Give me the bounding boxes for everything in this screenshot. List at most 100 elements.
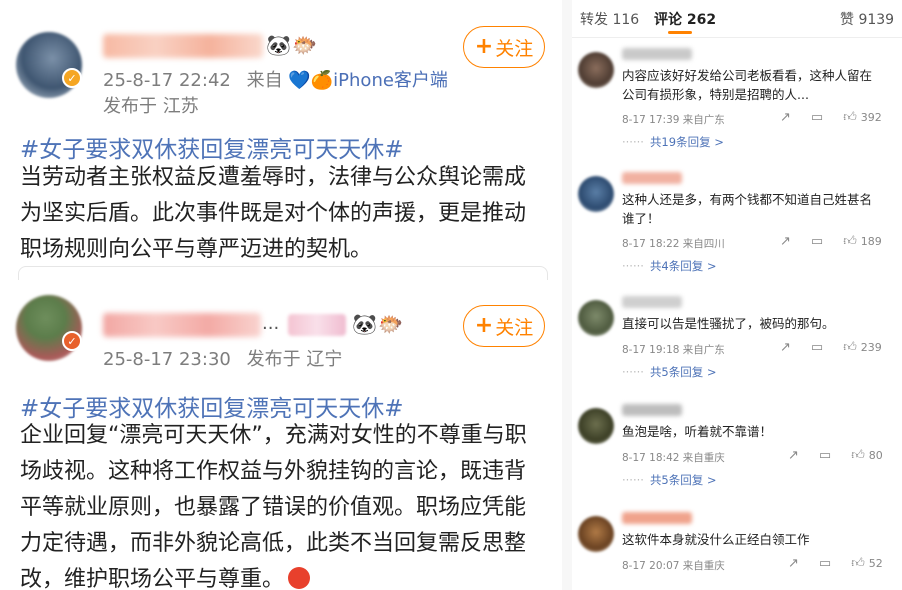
comment-actions: ↗ ▭ 👍︎ 52: [788, 556, 883, 571]
member-badge-icon: [288, 314, 346, 336]
post-timestamp: 25-8-17 23:30: [103, 349, 231, 370]
post-location: 发布于 江苏: [103, 96, 199, 117]
share-icon[interactable]: ↗: [780, 234, 791, 249]
like-count: 189: [860, 235, 882, 248]
comment-time: 8-17 17:39: [622, 114, 680, 126]
post-card[interactable]: ✓ ... 🐼 🐡 + 关注 25-8-17 23:30 发布于 辽宁 #女子要…: [0, 283, 562, 590]
like-button[interactable]: 👍︎ 239: [843, 340, 882, 355]
commenter-avatar[interactable]: [578, 176, 614, 212]
username-blurred[interactable]: [103, 34, 263, 58]
follow-button[interactable]: + 关注: [463, 305, 545, 347]
commenter-avatar[interactable]: [578, 408, 614, 444]
screen: ✓ 🐼 🐡 + 关注 25-8-17 22:42 来自 💙🍊iPhone客户端 …: [0, 0, 902, 590]
view-replies-link[interactable]: ······ 共5条回复 >: [622, 472, 717, 488]
like-count: 239: [860, 341, 882, 354]
share-icon[interactable]: ↗: [780, 110, 791, 125]
comment-meta: 8-17 18:22 来自四川: [622, 236, 725, 251]
username-blurred[interactable]: [103, 313, 261, 337]
view-replies-link[interactable]: ······ 共5条回复 >: [622, 364, 717, 380]
replies-count: 共4条回复 >: [649, 259, 717, 273]
user-avatar[interactable]: [16, 295, 82, 361]
reply-dots: ······: [622, 365, 644, 379]
commenter-name-blurred[interactable]: [622, 512, 692, 524]
commenter-avatar[interactable]: [578, 52, 614, 88]
like-button[interactable]: 👍︎ 392: [843, 110, 882, 125]
commenter-name-blurred[interactable]: [622, 296, 682, 308]
commenter-avatar[interactable]: [578, 300, 614, 336]
replies-count: 共19条回复 >: [649, 135, 724, 149]
follow-label: 关注: [495, 37, 534, 60]
like-button[interactable]: 👍︎ 80: [851, 448, 883, 463]
comment-meta: 8-17 18:42 来自重庆: [622, 450, 725, 465]
comment-location: 来自四川: [682, 238, 725, 250]
comment-meta: 8-17 20:07 来自重庆: [622, 558, 725, 573]
panel-separator: [562, 0, 572, 590]
tab-likes-label: 赞: [840, 12, 854, 28]
comment-icon[interactable]: ▭: [811, 234, 823, 249]
share-icon[interactable]: ↗: [788, 448, 799, 463]
comment-text: 这软件本身就没什么正经白领工作: [622, 532, 810, 547]
verified-badge-icon: ✓: [62, 331, 82, 351]
comment-item[interactable]: 鱼泡是啥，听着就不靠谱！ 8-17 18:42 来自重庆 ↗ ▭ 👍︎ 80 ·…: [572, 404, 902, 500]
like-count: 52: [868, 557, 883, 570]
post-feed: ✓ 🐼 🐡 + 关注 25-8-17 22:42 来自 💙🍊iPhone客户端 …: [0, 0, 562, 590]
post-source[interactable]: iPhone客户端: [333, 70, 448, 91]
like-button[interactable]: 👍︎ 52: [851, 556, 883, 571]
comment-item[interactable]: 内容应该好好发给公司老板看看，这种人留在公司有损形象，特别是招聘的人... 8-…: [572, 48, 902, 158]
comment-icon[interactable]: ▭: [811, 340, 823, 355]
plus-icon: +: [474, 313, 494, 338]
view-replies-link[interactable]: ······ 共19条回复 >: [622, 134, 724, 150]
comment-text: 直接可以告是性骚扰了，被码的那句。: [622, 316, 835, 331]
comment-icon[interactable]: ▭: [819, 556, 831, 571]
comment-actions: ↗ ▭ 👍︎ 239: [780, 340, 882, 355]
tab-repost-label: 转发: [580, 12, 608, 28]
commenter-name-blurred[interactable]: [622, 48, 692, 60]
comment-actions: ↗ ▭ 👍︎ 189: [780, 234, 882, 249]
source-prefix: 来自: [246, 70, 283, 91]
commenter-avatar[interactable]: [578, 516, 614, 552]
follow-label: 关注: [495, 316, 534, 339]
user-avatar[interactable]: [16, 32, 82, 98]
tab-likes[interactable]: 赞 9139: [840, 9, 894, 29]
tab-repost[interactable]: 转发 116: [580, 9, 639, 29]
comment-actions: ↗ ▭ 👍︎ 80: [788, 448, 883, 463]
reply-dots: ······: [622, 473, 644, 487]
commenter-name-blurred[interactable]: [622, 404, 682, 416]
comment-time: 8-17 18:22: [622, 238, 680, 250]
like-count: 80: [868, 449, 883, 462]
comment-icon[interactable]: ▭: [811, 110, 823, 125]
follow-button[interactable]: + 关注: [463, 26, 545, 68]
plus-icon: +: [474, 34, 494, 59]
replies-count: 共5条回复 >: [649, 473, 717, 487]
tab-likes-count: 9139: [858, 12, 895, 28]
post-divider: [18, 266, 548, 280]
heart-icon: 💙: [288, 70, 311, 91]
tab-comments[interactable]: 评论 262: [654, 9, 716, 29]
share-icon[interactable]: ↗: [788, 556, 799, 571]
thumb-up-icon: 👍︎: [843, 110, 857, 125]
interaction-tabs: 转发 116 评论 262 赞 9139: [572, 0, 902, 38]
comment-location: 来自广东: [682, 344, 725, 356]
like-button[interactable]: 👍︎ 189: [843, 234, 882, 249]
comment-text: 这种人还是多，有两个钱都不知道自己姓甚名谁了！: [622, 192, 873, 226]
comment-item[interactable]: 这软件本身就没什么正经白领工作 8-17 20:07 来自重庆 ↗ ▭ 👍︎ 5…: [572, 512, 902, 590]
comment-actions: ↗ ▭ 👍︎ 392: [780, 110, 882, 125]
active-tab-indicator: [668, 31, 692, 34]
fish-emoji-icon: 🐡: [378, 312, 403, 336]
thumb-up-icon: 👍︎: [851, 448, 865, 463]
post-topic-hashtag[interactable]: #女子要求双休获回复漂亮可天天休#: [20, 130, 404, 164]
tab-comments-label: 评论: [654, 12, 682, 28]
post-timestamp: 25-8-17 22:42: [103, 70, 231, 91]
commenter-name-blurred[interactable]: [622, 172, 682, 184]
comment-item[interactable]: 直接可以告是性骚扰了，被码的那句。 8-17 19:18 来自广东 ↗ ▭ 👍︎…: [572, 296, 902, 392]
share-icon[interactable]: ↗: [780, 340, 791, 355]
comment-item[interactable]: 这种人还是多，有两个钱都不知道自己姓甚名谁了！ 8-17 18:22 来自四川 …: [572, 172, 902, 282]
post-location: 发布于 辽宁: [246, 349, 343, 370]
comment-location: 来自广东: [682, 114, 725, 126]
post-card[interactable]: ✓ 🐼 🐡 + 关注 25-8-17 22:42 来自 💙🍊iPhone客户端 …: [0, 0, 562, 280]
tab-repost-count: 116: [612, 12, 640, 28]
comment-location: 来自重庆: [682, 452, 725, 464]
comment-meta: 8-17 19:18 来自广东: [622, 342, 725, 357]
comment-icon[interactable]: ▭: [819, 448, 831, 463]
view-replies-link[interactable]: ······ 共4条回复 >: [622, 258, 717, 274]
